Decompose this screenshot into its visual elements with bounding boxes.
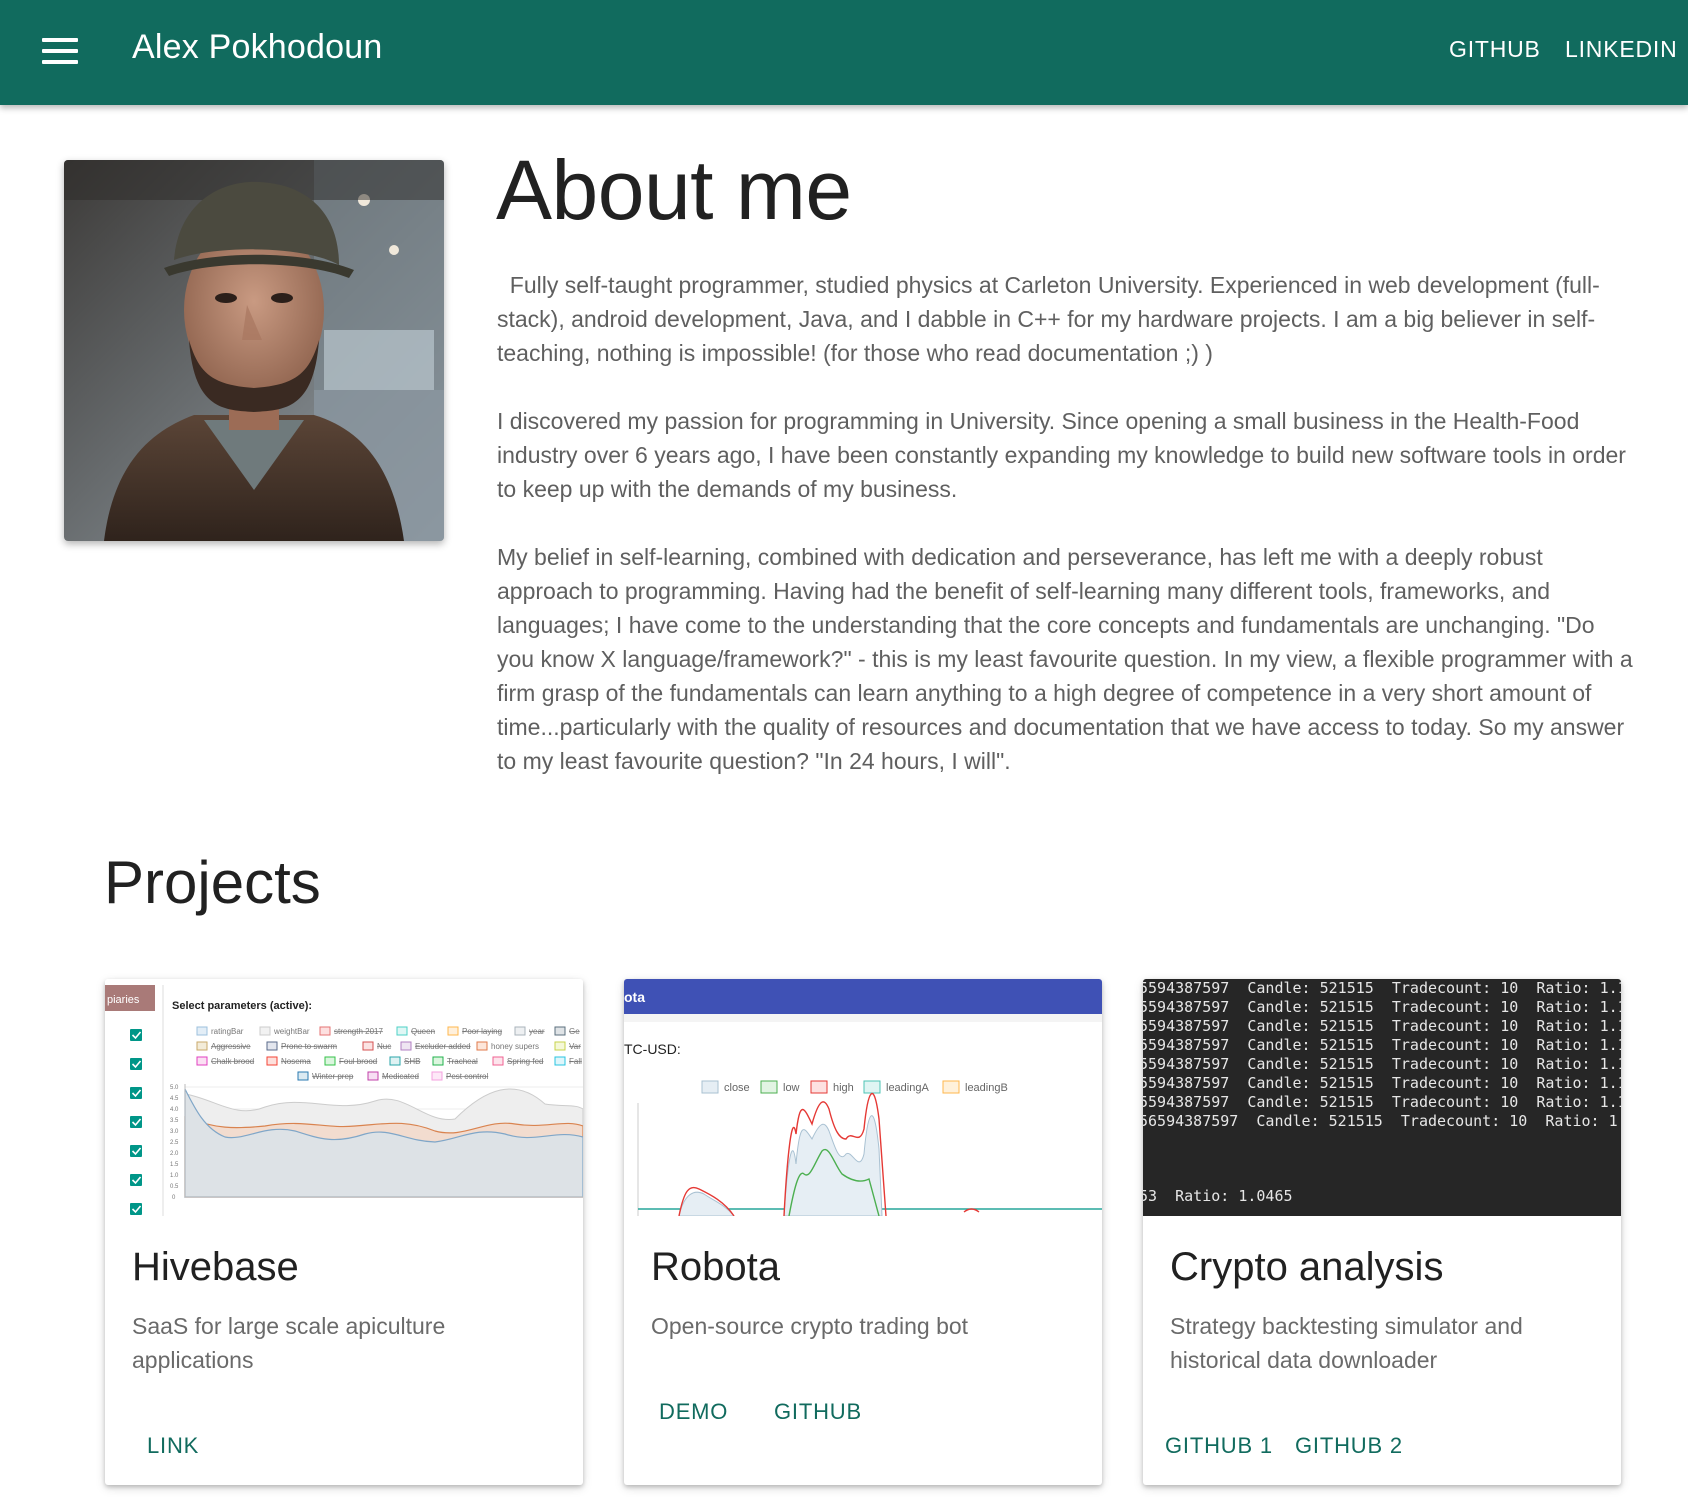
legend-label: close	[724, 1082, 750, 1094]
hivebase-link-button[interactable]: LINK	[147, 1433, 199, 1459]
svg-text:1.0: 1.0	[170, 1173, 179, 1179]
legend-label: Ge	[569, 1027, 580, 1036]
legend-label: Tracheal	[447, 1057, 478, 1066]
project-title: Hivebase	[132, 1245, 299, 1289]
legend-label: Var	[569, 1042, 581, 1051]
site-title[interactable]: Alex Pokhodoun	[132, 28, 382, 67]
robota-preview-bar: ota	[624, 989, 645, 1005]
terminal-line: 5594387597 Candle: 521515 Tradecount: 10…	[1143, 1036, 1621, 1054]
robota-screenshot: ota TC-USD: close low high leadingA lead…	[624, 979, 1102, 1216]
svg-text:3.0: 3.0	[170, 1129, 179, 1135]
project-card-crypto-analysis: 5594387597 Candle: 521515 Tradecount: 10…	[1143, 979, 1621, 1485]
legend-label: Medicated	[382, 1072, 419, 1081]
legend-label: Winter prep	[312, 1072, 354, 1081]
legend-label: year	[529, 1027, 545, 1036]
robota-demo-button[interactable]: DEMO	[659, 1399, 728, 1425]
legend-label: strength 2017	[334, 1027, 383, 1036]
terminal-line: 5594387597 Candle: 521515 Tradecount: 10…	[1143, 998, 1621, 1016]
legend-label: Foul brood	[339, 1057, 377, 1066]
svg-text:0.5: 0.5	[170, 1184, 179, 1190]
svg-text:4.0: 4.0	[170, 1107, 179, 1113]
terminal-line: 5594387597 Candle: 521515 Tradecount: 10…	[1143, 1093, 1621, 1111]
project-card-hivebase: piaries Select parameters (active): rati	[105, 979, 583, 1485]
svg-text:4.5: 4.5	[170, 1096, 179, 1102]
legend-label: weightBar	[273, 1027, 310, 1036]
about-paragraph: My belief in self-learning, combined wit…	[497, 544, 1633, 774]
legend-label: Nuc	[377, 1042, 391, 1051]
legend-label: honey supers	[491, 1042, 539, 1051]
svg-text:5.0: 5.0	[170, 1085, 179, 1091]
svg-text:3.5: 3.5	[170, 1118, 179, 1124]
svg-text:2.0: 2.0	[170, 1151, 179, 1157]
nav-linkedin-link[interactable]: LINKEDIN	[1565, 36, 1677, 63]
app-bar: Alex Pokhodoun GITHUB LINKEDIN	[0, 0, 1688, 105]
terminal-line: 5594387597 Candle: 521515 Tradecount: 10…	[1143, 979, 1621, 997]
project-description: Strategy backtesting simulator and histo…	[1170, 1313, 1523, 1373]
legend-label: SHB	[404, 1057, 420, 1066]
legend-label: Queen	[411, 1027, 435, 1036]
legend-label: Spring fed	[507, 1057, 543, 1066]
terminal-line: 5594387597 Candle: 521515 Tradecount: 10…	[1143, 1074, 1621, 1092]
legend-label: Excluder added	[415, 1042, 471, 1051]
about-paragraph-text: Fully self-taught programmer, studied ph…	[497, 272, 1600, 366]
legend-label: ratingBar	[211, 1027, 244, 1036]
about-paragraph: I discovered my passion for programming …	[497, 408, 1626, 502]
project-title: Robota	[651, 1245, 780, 1289]
legend-label: low	[783, 1082, 800, 1094]
robota-preview-pair: TC-USD:	[624, 1041, 681, 1057]
legend-label: high	[833, 1082, 854, 1094]
svg-text:1.5: 1.5	[170, 1162, 179, 1168]
legend-label: Aggressive	[211, 1042, 251, 1051]
project-card-robota: ota TC-USD: close low high leadingA lead…	[624, 979, 1102, 1485]
about-heading: About me	[496, 143, 852, 237]
legend-label: Fall	[569, 1057, 582, 1066]
menu-icon-bar	[42, 38, 78, 42]
hivebase-screenshot: piaries Select parameters (active): rati	[105, 979, 583, 1216]
legend-label: leadingB	[965, 1082, 1008, 1094]
about-body: Fully self-taught programmer, studied ph…	[497, 268, 1637, 812]
project-description: SaaS for large scale apiculture applicat…	[132, 1313, 446, 1373]
legend-label: Prone to swarm	[281, 1042, 337, 1051]
menu-icon-bar	[42, 49, 78, 53]
about-paragraph: Fully self-taught programmer, studied ph…	[497, 268, 1637, 370]
terminal-line: 56594387597 Candle: 521515 Tradecount: 1…	[1143, 1112, 1621, 1130]
terminal-line: 5594387597 Candle: 521515 Tradecount: 10…	[1143, 1055, 1621, 1073]
profile-photo	[64, 160, 444, 541]
project-title: Crypto analysis	[1170, 1245, 1444, 1289]
crypto-analysis-screenshot: 5594387597 Candle: 521515 Tradecount: 10…	[1143, 979, 1621, 1216]
hivebase-preview-heading: Select parameters (active):	[172, 1000, 312, 1012]
svg-text:2.5: 2.5	[170, 1140, 179, 1146]
projects-heading: Projects	[104, 849, 321, 916]
menu-icon[interactable]	[36, 30, 84, 74]
robota-github-button[interactable]: GITHUB	[774, 1399, 862, 1425]
legend-label: Nosema	[281, 1057, 311, 1066]
nav-github-link[interactable]: GITHUB	[1449, 36, 1541, 63]
legend-label: leadingA	[886, 1082, 929, 1094]
project-description: Open-source crypto trading bot	[651, 1313, 969, 1339]
legend-label: Chalk brood	[211, 1057, 254, 1066]
terminal-line: 53 Ratio: 1.0465	[1143, 1187, 1293, 1205]
hivebase-preview-tab: piaries	[107, 994, 140, 1006]
legend-label: Poor laying	[462, 1027, 502, 1036]
menu-icon-bar	[42, 60, 78, 64]
terminal-line: 5594387597 Candle: 521515 Tradecount: 10…	[1143, 1017, 1621, 1035]
legend-label: Pest control	[446, 1072, 488, 1081]
crypto-github-1-button[interactable]: GITHUB 1	[1165, 1433, 1273, 1459]
crypto-github-2-button[interactable]: GITHUB 2	[1295, 1433, 1403, 1459]
terminal-output: 5594387597 Candle: 521515 Tradecount: 10…	[1143, 979, 1621, 1216]
